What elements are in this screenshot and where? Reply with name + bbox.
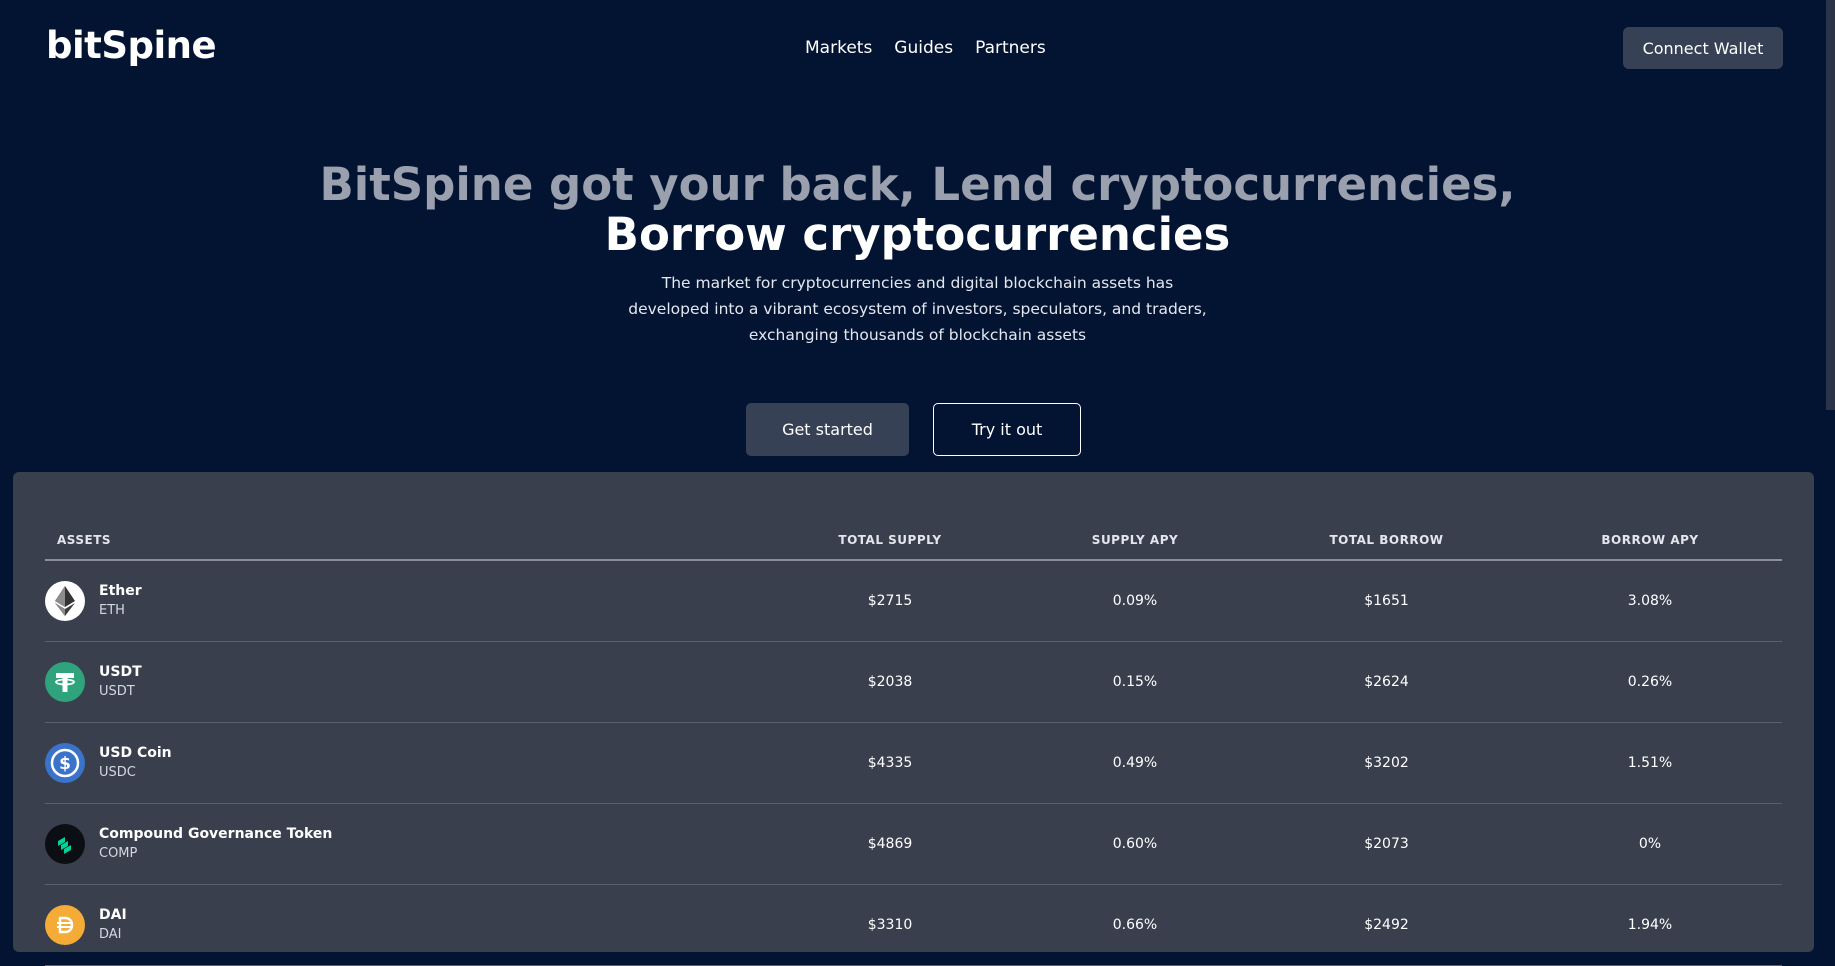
table-row[interactable]: Ether ETH $2715 0.09% $1651 3.08% [45, 561, 1782, 642]
brand-logo[interactable]: bitSpine [46, 24, 217, 67]
borrow-apy-value: 0% [1638, 836, 1662, 852]
asset-name: USD Coin [99, 745, 172, 761]
top-nav: bitSpine Markets Guides Partners Connect… [0, 0, 1835, 96]
borrow-apy-value: 3.08% [1627, 593, 1673, 609]
asset-cell: Ether ETH [45, 581, 765, 621]
try-it-out-button[interactable]: Try it out [933, 403, 1081, 456]
header-total-supply[interactable]: TOTAL SUPPLY [765, 533, 1015, 547]
total-supply-value: $4335 [867, 755, 913, 771]
asset-name: DAI [99, 907, 127, 923]
asset-symbol: ETH [99, 603, 125, 618]
tether-icon [45, 662, 85, 702]
svg-text:$: $ [59, 754, 71, 774]
dai-icon [45, 905, 85, 945]
header-borrow-apy[interactable]: BORROW APY [1518, 533, 1782, 547]
total-borrow-value: $2492 [1364, 917, 1409, 933]
asset-cell: Compound Governance Token COMP [45, 824, 765, 864]
get-started-button[interactable]: Get started [746, 403, 909, 456]
asset-symbol: USDT [99, 684, 135, 699]
table-row[interactable]: Compound Governance Token COMP $4869 0.6… [45, 804, 1782, 885]
total-borrow-value: $3202 [1364, 755, 1409, 771]
asset-symbol: DAI [99, 927, 122, 942]
table-row[interactable]: USDT USDT $2038 0.15% $2624 0.26% [45, 642, 1782, 723]
compound-icon [45, 824, 85, 864]
asset-symbol: USDC [99, 765, 136, 780]
asset-name: USDT [99, 664, 142, 680]
usdc-icon: $ [45, 743, 85, 783]
total-borrow-value: $2073 [1364, 836, 1409, 852]
hero-section: BitSpine got your back, Lend cryptocurre… [0, 160, 1835, 348]
header-assets: ASSETS [57, 532, 112, 547]
asset-cell: DAI DAI [45, 905, 765, 945]
supply-apy-value: 0.09% [1112, 593, 1158, 609]
ether-icon [45, 581, 85, 621]
total-borrow-value: $2624 [1364, 674, 1409, 690]
total-supply-value: $3310 [867, 917, 913, 933]
asset-name: Compound Governance Token [99, 826, 333, 842]
nav-link-markets[interactable]: Markets [805, 38, 872, 58]
hero-description: The market for cryptocurrencies and digi… [628, 274, 1207, 344]
total-borrow-value: $1651 [1364, 593, 1409, 609]
total-supply-value: $2038 [867, 674, 913, 690]
supply-apy-value: 0.66% [1112, 917, 1158, 933]
page-scrollbar[interactable] [1826, 0, 1835, 410]
supply-apy-value: 0.15% [1112, 674, 1158, 690]
borrow-apy-value: 1.94% [1627, 917, 1673, 933]
total-supply-value: $2715 [867, 593, 913, 609]
borrow-apy-value: 1.51% [1627, 755, 1673, 771]
asset-name: Ether [99, 583, 142, 599]
header-supply-apy[interactable]: SUPPLY APY [1015, 533, 1255, 547]
asset-cell: USDT USDT [45, 662, 765, 702]
asset-cell: $ USD Coin USDC [45, 743, 765, 783]
table-header: ASSETS TOTAL SUPPLY SUPPLY APY TOTAL BOR… [45, 520, 1782, 561]
header-total-borrow[interactable]: TOTAL BORROW [1255, 533, 1518, 547]
nav-links: Markets Guides Partners [805, 38, 1046, 58]
borrow-apy-value: 0.26% [1627, 674, 1673, 690]
hero-title-line2: Borrow cryptocurrencies [604, 208, 1231, 261]
hero-title-line1: BitSpine got your back, Lend cryptocurre… [319, 158, 1516, 211]
table-row[interactable]: $ USD Coin USDC $4335 0.49% $3202 1.51% [45, 723, 1782, 804]
asset-symbol: COMP [99, 846, 138, 861]
nav-link-guides[interactable]: Guides [894, 38, 953, 58]
hero-buttons: Get started Try it out [746, 403, 1081, 456]
nav-link-partners[interactable]: Partners [975, 38, 1046, 58]
supply-apy-value: 0.49% [1112, 755, 1158, 771]
total-supply-value: $4869 [867, 836, 913, 852]
table-row[interactable]: DAI DAI $3310 0.66% $2492 1.94% [45, 885, 1782, 966]
connect-wallet-button[interactable]: Connect Wallet [1623, 27, 1783, 69]
markets-table: ASSETS TOTAL SUPPLY SUPPLY APY TOTAL BOR… [45, 520, 1782, 966]
markets-panel: ASSETS TOTAL SUPPLY SUPPLY APY TOTAL BOR… [13, 472, 1814, 966]
supply-apy-value: 0.60% [1112, 836, 1158, 852]
